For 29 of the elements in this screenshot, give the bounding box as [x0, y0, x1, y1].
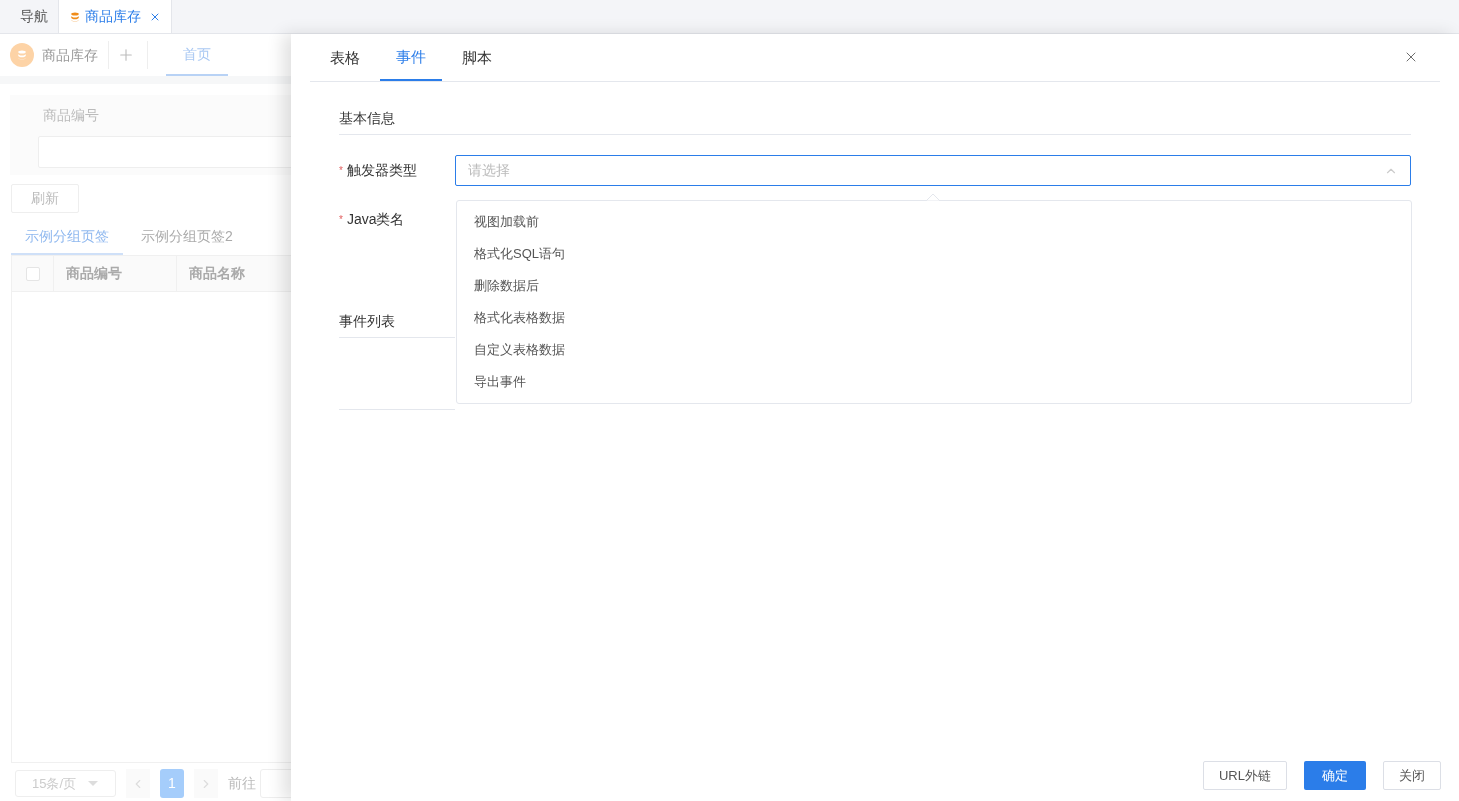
dropdown-option[interactable]: 导出事件	[457, 366, 1411, 398]
dropdown-option[interactable]: 自定义表格数据	[457, 334, 1411, 366]
app-tab[interactable]: 商品库存	[58, 0, 172, 33]
field-label: 触发器类型	[346, 161, 417, 180]
checkbox[interactable]	[25, 266, 40, 281]
dropdown-option[interactable]: 删除数据后	[457, 270, 1411, 302]
field-label: Java类名	[346, 210, 405, 229]
footer-button[interactable]: 确定	[1304, 761, 1366, 790]
filter-label: 商品编号	[43, 106, 100, 125]
column-header: 商品编号	[54, 256, 177, 291]
section-title: 事件列表	[339, 311, 455, 338]
drawer-tab[interactable]: 事件	[380, 35, 442, 81]
required-mark: *	[339, 164, 343, 178]
dropdown-option[interactable]: 格式化SQL语句	[457, 238, 1411, 270]
caret-icon	[88, 781, 99, 786]
drawer-tab[interactable]: 表格	[310, 35, 380, 81]
dropdown-option[interactable]: 格式化表格数据	[457, 302, 1411, 334]
page-title: 商品库存	[42, 41, 109, 69]
section-title: 基本信息	[339, 108, 1411, 135]
drawer-tab[interactable]: 脚本	[442, 35, 512, 81]
goto-label: 前往	[228, 774, 256, 793]
dropdown-option[interactable]: 视图加载前	[457, 206, 1411, 238]
add-icon[interactable]	[117, 46, 135, 64]
required-mark: *	[339, 213, 343, 227]
prev-button[interactable]	[126, 769, 150, 798]
app-tab[interactable]: 导航	[10, 0, 58, 33]
next-button[interactable]	[194, 769, 218, 798]
footer-button[interactable]: 关闭	[1383, 761, 1441, 790]
footer-button[interactable]: URL外链	[1203, 761, 1287, 790]
